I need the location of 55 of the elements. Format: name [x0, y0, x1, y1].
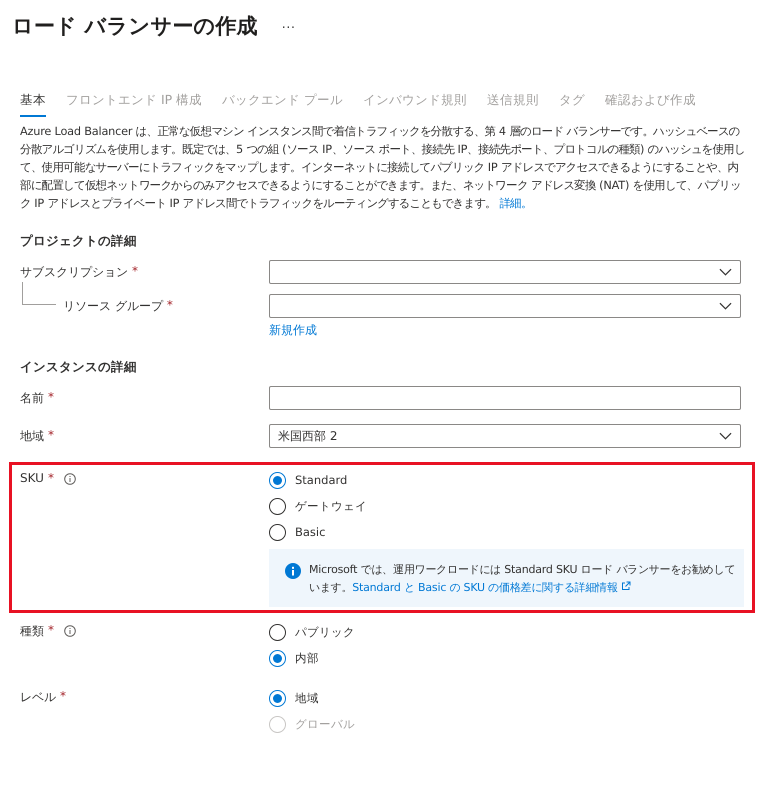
- more-button[interactable]: ···: [281, 18, 296, 34]
- tab[interactable]: インバウンド規則: [363, 92, 468, 117]
- radio-label[interactable]: 内部: [295, 650, 319, 666]
- radio-label[interactable]: パブリック: [295, 624, 355, 640]
- info-icon[interactable]: [64, 625, 76, 637]
- radio-label[interactable]: ゲートウェイ: [295, 498, 367, 514]
- tab[interactable]: フロントエンド IP 構成: [66, 92, 202, 117]
- required-mark: *: [48, 428, 54, 442]
- chevron-down-icon: [719, 302, 732, 310]
- section-heading: インスタンスの詳細: [20, 359, 138, 376]
- tab[interactable]: 基本: [20, 92, 46, 117]
- dropdown[interactable]: 米国西部 2: [269, 424, 741, 448]
- field-label: サブスクリプション: [20, 264, 128, 281]
- notice-text: Microsoft では、運用ワークロードには Standard SKU ロード バランサーをお勧めしています。Standard と Basic の SKU の価格差に関する詳細情報: [309, 562, 736, 596]
- radio-button[interactable]: [269, 524, 286, 540]
- required-mark: *: [132, 264, 138, 278]
- info-icon: [285, 563, 301, 579]
- description-text: Azure Load Balancer は、正常な仮想マシン インスタンス間で着信トラフィックを分散する、第 4 層のロード バランサーです。ハッシュベースの分散アルゴリズムを使用します。既定では、5 つの組 (ソース IP、ソース ポート、接続先 IP、接続先ポート、プロトコルの種類) のハッシュを使用して、使用可能なサーバーにトラフィックをマップします。インターネットに接続してパブリック IP アドレスでアクセスできるようにすることや、内部に配置して仮想ネットワークからのみアクセスできるようにすることができます。また、ネットワーク アドレス変換 (NAT) を使用して、パブリック IP アドレスとプライベート IP アドレス間でトラフィックをルーティングすることもできます。 詳細。: [20, 124, 746, 212]
- field-label: SKU: [20, 471, 44, 485]
- required-mark: *: [48, 390, 54, 404]
- radio-button[interactable]: [269, 624, 286, 640]
- dropdown[interactable]: [269, 294, 741, 318]
- radio-button[interactable]: [269, 690, 286, 706]
- info-icon[interactable]: [64, 473, 76, 485]
- pricing-link[interactable]: Standard と Basic の SKU の価格差に関する詳細情報: [352, 581, 632, 594]
- section-heading: プロジェクトの詳細: [20, 233, 138, 250]
- radio-button[interactable]: [269, 498, 286, 514]
- field-label: 地域: [20, 428, 44, 445]
- tab[interactable]: 送信規則: [487, 92, 540, 117]
- required-mark: *: [166, 298, 173, 312]
- create-new-link[interactable]: 新規作成: [269, 322, 317, 339]
- required-mark: *: [60, 689, 66, 703]
- dropdown[interactable]: [269, 260, 741, 284]
- external-link-icon: [621, 581, 632, 591]
- radio-label[interactable]: Basic: [295, 525, 326, 539]
- chevron-down-icon: [719, 268, 732, 276]
- dropdown-value: 米国西部 2: [278, 428, 338, 444]
- tab[interactable]: バックエンド プール: [222, 92, 344, 117]
- tab[interactable]: 確認および作成: [605, 92, 696, 117]
- required-mark: *: [48, 623, 54, 637]
- text-field[interactable]: [269, 386, 741, 410]
- field-label: 種類: [20, 623, 44, 640]
- required-mark: *: [48, 471, 54, 485]
- radio-button[interactable]: [269, 472, 286, 488]
- field-label: リソース グループ: [63, 298, 163, 315]
- tree-connector-line: [22, 282, 56, 305]
- chevron-down-icon: [719, 432, 732, 440]
- page-title: ロード バランサーの作成: [12, 13, 258, 40]
- radio-label[interactable]: Standard: [295, 473, 348, 487]
- tab[interactable]: タグ: [559, 92, 586, 117]
- field-label: 名前: [20, 390, 44, 407]
- learn-more-link[interactable]: 詳細。: [499, 197, 532, 210]
- radio-label[interactable]: 地域: [295, 690, 319, 706]
- field-label: レベル: [20, 689, 56, 706]
- radio-button[interactable]: [269, 650, 286, 666]
